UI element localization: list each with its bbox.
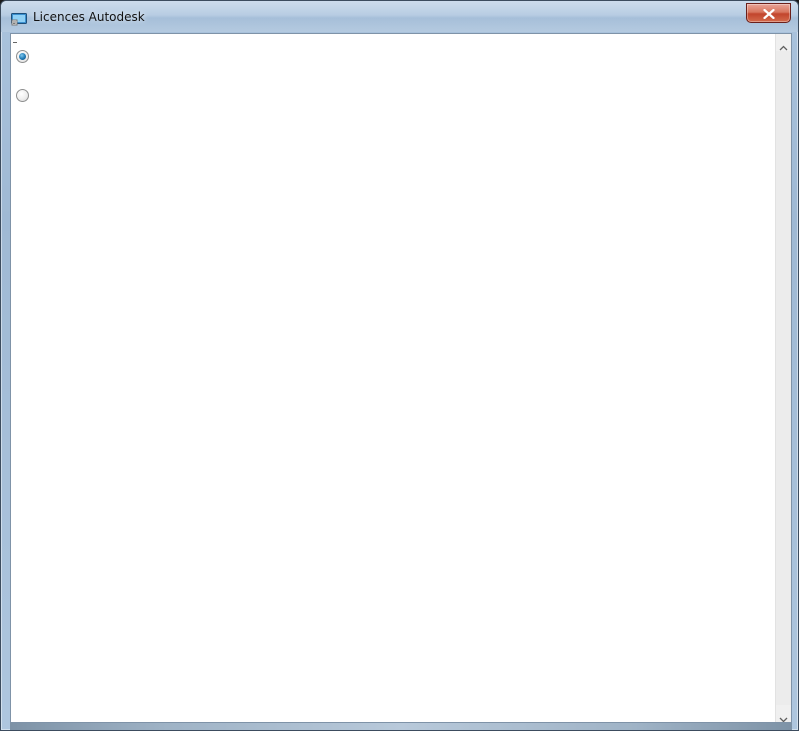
scroll-track[interactable] bbox=[776, 51, 791, 705]
close-x-icon bbox=[763, 9, 775, 19]
title-bar[interactable]: Licences Autodesk bbox=[1, 1, 798, 32]
window-title: Licences Autodesk bbox=[33, 10, 145, 24]
window-bottom-border bbox=[10, 723, 792, 730]
client-area bbox=[10, 33, 792, 723]
focus-marker bbox=[13, 42, 17, 43]
chevron-down-icon[interactable] bbox=[779, 709, 788, 722]
vertical-scrollbar[interactable] bbox=[775, 34, 791, 722]
license-option-radio-1[interactable] bbox=[16, 50, 29, 63]
close-button[interactable] bbox=[746, 3, 791, 23]
dialog-window: Licences Autodesk bbox=[0, 0, 799, 731]
chevron-up-icon[interactable] bbox=[779, 38, 788, 51]
license-option-radio-2[interactable] bbox=[16, 89, 29, 102]
autodesk-license-icon bbox=[11, 11, 27, 26]
license-options-panel bbox=[11, 34, 775, 722]
